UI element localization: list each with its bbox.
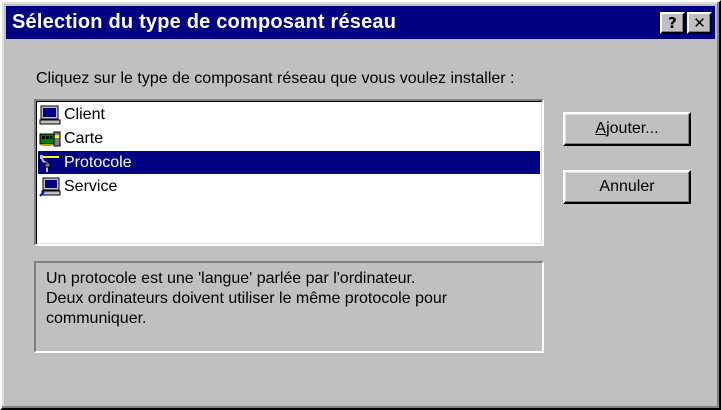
instruction-label: Cliquez sur le type de composant réseau … bbox=[36, 70, 515, 87]
help-button[interactable]: ? bbox=[660, 12, 685, 34]
protocol-cable-icon bbox=[39, 153, 61, 173]
network-card-icon bbox=[39, 129, 61, 149]
list-item-carte[interactable]: Carte bbox=[38, 127, 540, 150]
list-item-label: Client bbox=[64, 105, 105, 123]
add-button[interactable]: Ajouter... bbox=[563, 112, 691, 146]
list-item-client[interactable]: Client bbox=[38, 103, 540, 126]
list-item-protocole[interactable]: Protocole bbox=[38, 151, 540, 174]
description-line: communiquer. bbox=[46, 310, 147, 327]
description-box: Un protocole est une 'langue' parlée par… bbox=[34, 261, 544, 353]
description-line: Deux ordinateurs doivent utiliser le mêm… bbox=[46, 290, 448, 307]
list-item-service[interactable]: Service bbox=[38, 175, 540, 198]
close-button[interactable]: ✕ bbox=[687, 12, 712, 34]
window-title: Sélection du type de composant réseau bbox=[12, 11, 397, 33]
client-computer-icon bbox=[39, 105, 61, 125]
list-item-label: Carte bbox=[64, 129, 104, 147]
component-type-list[interactable]: Client Carte Protocole Service bbox=[34, 99, 544, 246]
list-item-label: Service bbox=[64, 177, 118, 195]
service-computer-icon bbox=[39, 177, 61, 197]
description-line: Un protocole est une 'langue' parlée par… bbox=[46, 270, 416, 287]
add-button-accelerator: A bbox=[595, 120, 607, 137]
cancel-button[interactable]: Annuler bbox=[563, 170, 691, 204]
add-button-label: jouter... bbox=[606, 120, 659, 137]
list-item-label: Protocole bbox=[64, 153, 136, 172]
title-bar[interactable]: Sélection du type de composant réseau ? … bbox=[6, 6, 715, 39]
dialog-window: Sélection du type de composant réseau ? … bbox=[0, 0, 721, 410]
